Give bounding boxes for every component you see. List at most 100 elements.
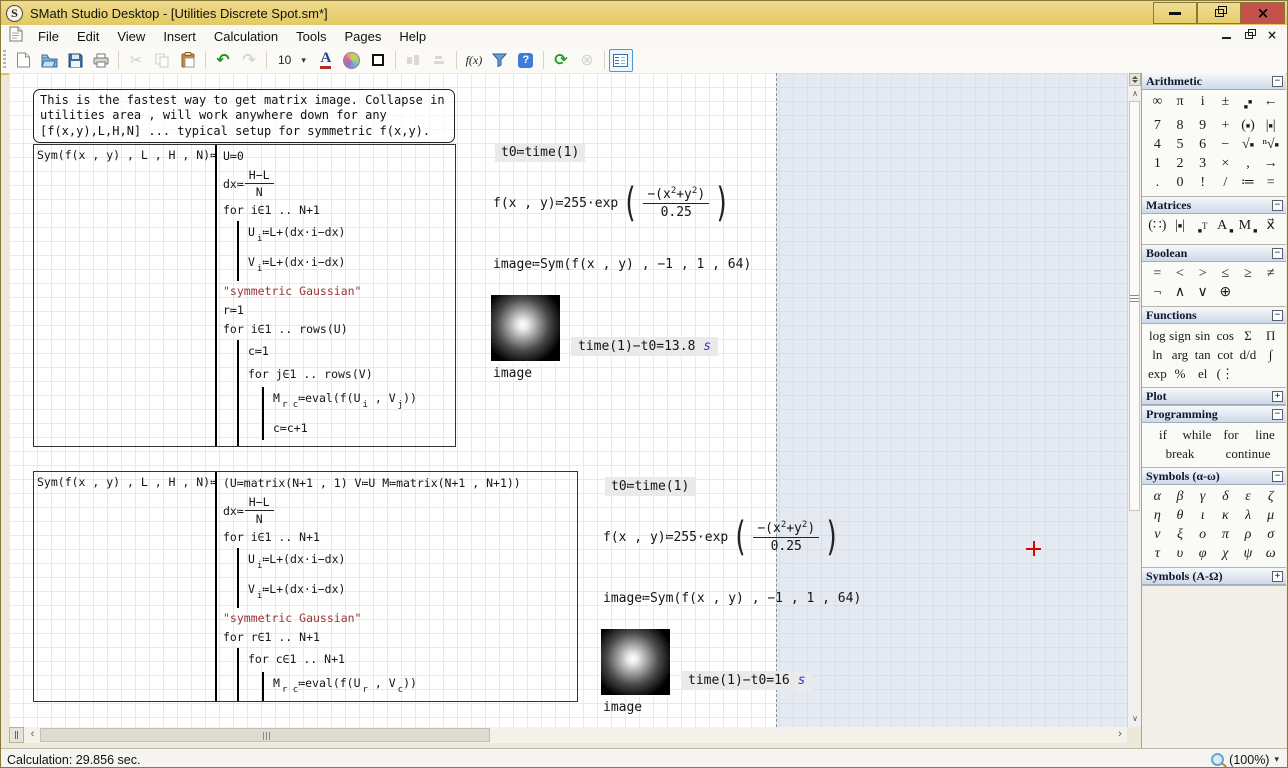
- math-line[interactable]: (U≔matrix(N+1 , 1) V≔U M≔matrix(N+1 , N+…: [223, 474, 577, 493]
- border-button[interactable]: [366, 49, 390, 72]
- palette-button[interactable]: continue: [1214, 445, 1282, 463]
- panel-header[interactable]: Boolean−: [1142, 245, 1286, 262]
- palette-button[interactable]: ■■: [1237, 93, 1260, 116]
- mdi-close-button[interactable]: ×: [1267, 28, 1277, 42]
- palette-button[interactable]: ∫: [1259, 346, 1282, 364]
- vertical-scrollbar-thumb[interactable]: [1129, 101, 1140, 511]
- menu-item-help[interactable]: Help: [390, 27, 435, 46]
- palette-button[interactable]: ι: [1191, 507, 1214, 525]
- palette-button[interactable]: υ: [1169, 545, 1192, 563]
- sym-definition-block-2[interactable]: Sym(f(x , y) , L , H , N)≔ (U≔matrix(N+1…: [33, 471, 578, 702]
- background-color-button[interactable]: [340, 49, 364, 72]
- palette-button[interactable]: >: [1191, 265, 1214, 283]
- math-line[interactable]: for r∈1 .. N+1: [223, 628, 577, 647]
- expand-icon[interactable]: +: [1272, 391, 1283, 402]
- palette-button[interactable]: +: [1214, 117, 1237, 135]
- palette-button[interactable]: cos: [1214, 327, 1237, 345]
- menu-item-view[interactable]: View: [108, 27, 154, 46]
- palette-button[interactable]: ,: [1237, 155, 1260, 173]
- f-definition[interactable]: f(x , y)≔255·exp(−(x2+y2)0.25): [493, 183, 734, 223]
- palette-button[interactable]: ⁿ√■: [1259, 136, 1282, 154]
- palette-button[interactable]: ζ: [1259, 488, 1282, 506]
- image-assignment[interactable]: image≔Sym(f(x , y) , −1 , 1 , 64): [603, 591, 861, 606]
- panel-header[interactable]: Plot+: [1142, 388, 1286, 405]
- palette-button[interactable]: √■: [1237, 136, 1260, 154]
- horizontal-scrollbar[interactable]: ‹ ›: [9, 727, 1127, 743]
- palette-button[interactable]: (⋮: [1214, 365, 1237, 383]
- sym-definition-block-1[interactable]: Sym(f(x , y) , L , H , N)≔ U≔0dx≔H−LNfor…: [33, 144, 456, 447]
- palette-button[interactable]: 8: [1169, 117, 1192, 135]
- collapse-icon[interactable]: −: [1272, 310, 1283, 321]
- palette-button[interactable]: ε: [1237, 488, 1260, 506]
- panel-header[interactable]: Programming−: [1142, 406, 1286, 423]
- collapse-icon[interactable]: −: [1272, 76, 1283, 87]
- gaussian-image-thumbnail[interactable]: [601, 629, 670, 697]
- math-line[interactable]: for i∈1 .. N+1: [223, 201, 455, 220]
- font-color-button[interactable]: A: [314, 49, 338, 72]
- palette-button[interactable]: while: [1180, 426, 1214, 444]
- save-button[interactable]: [63, 49, 87, 72]
- palette-button[interactable]: ¬: [1146, 284, 1169, 302]
- palette-button[interactable]: 3: [1191, 155, 1214, 173]
- palette-button[interactable]: ν: [1146, 526, 1169, 544]
- palette-button[interactable]: (∷): [1146, 217, 1169, 240]
- menu-item-edit[interactable]: Edit: [68, 27, 108, 46]
- align-vertical-button[interactable]: [427, 49, 451, 72]
- interrupt-button[interactable]: ⊗: [575, 49, 599, 72]
- cut-button[interactable]: ✂: [124, 49, 148, 72]
- restore-button[interactable]: [1197, 2, 1241, 24]
- palette-button[interactable]: τ: [1146, 545, 1169, 563]
- palette-button[interactable]: κ: [1214, 507, 1237, 525]
- new-button[interactable]: [11, 49, 35, 72]
- scroll-right-button[interactable]: ›: [1113, 727, 1127, 743]
- palette-button[interactable]: π: [1169, 93, 1192, 116]
- mdi-minimize-button[interactable]: [1222, 28, 1231, 42]
- palette-button[interactable]: ←: [1259, 93, 1282, 116]
- palette-button[interactable]: =: [1146, 265, 1169, 283]
- titlebar[interactable]: S SMath Studio Desktop - [Utilities Disc…: [1, 1, 1287, 25]
- paste-button[interactable]: [176, 49, 200, 72]
- palette-button[interactable]: el: [1191, 365, 1214, 383]
- t0-assignment[interactable]: t0≔time(1): [495, 143, 585, 162]
- palette-button[interactable]: ≤: [1214, 265, 1237, 283]
- palette-button[interactable]: sign: [1169, 327, 1192, 345]
- vertical-splitter-handle[interactable]: [1129, 73, 1141, 86]
- palette-button[interactable]: <: [1169, 265, 1192, 283]
- time-result[interactable]: time(1)−t0=13.8 s: [571, 337, 718, 356]
- math-line[interactable]: dx≔H−LN: [223, 168, 455, 199]
- palette-button[interactable]: 2: [1169, 155, 1192, 173]
- insert-unit-button[interactable]: [488, 49, 512, 72]
- palette-button[interactable]: line: [1248, 426, 1282, 444]
- palette-button[interactable]: ρ: [1237, 526, 1260, 544]
- menu-item-calculation[interactable]: Calculation: [205, 27, 287, 46]
- palette-button[interactable]: x⃗: [1259, 217, 1282, 240]
- palette-button[interactable]: α: [1146, 488, 1169, 506]
- palette-button[interactable]: μ: [1259, 507, 1282, 525]
- math-line[interactable]: Ui≔L+(dx·i−dx): [248, 548, 577, 578]
- palette-button[interactable]: .: [1146, 174, 1169, 192]
- palette-button[interactable]: |■|: [1259, 117, 1282, 135]
- palette-button[interactable]: 0: [1169, 174, 1192, 192]
- palette-button[interactable]: log: [1146, 327, 1169, 345]
- palette-button[interactable]: =: [1259, 174, 1282, 192]
- palette-button[interactable]: λ: [1237, 507, 1260, 525]
- vertical-scrollbar-grip[interactable]: [1130, 295, 1139, 302]
- close-button[interactable]: ×: [1241, 2, 1285, 24]
- palette-button[interactable]: ≠: [1259, 265, 1282, 283]
- menu-item-file[interactable]: File: [29, 27, 68, 46]
- math-line[interactable]: c≔1: [248, 340, 455, 363]
- menu-item-insert[interactable]: Insert: [154, 27, 205, 46]
- comment-string[interactable]: "symmetric Gaussian": [223, 282, 455, 301]
- palette-button[interactable]: Π: [1259, 327, 1282, 345]
- palette-button[interactable]: ο: [1191, 526, 1214, 544]
- palette-button[interactable]: ×: [1214, 155, 1237, 173]
- menu-item-tools[interactable]: Tools: [287, 27, 335, 46]
- palette-button[interactable]: 6: [1191, 136, 1214, 154]
- math-line[interactable]: for c∈1 .. N+1: [248, 648, 577, 671]
- palette-button[interactable]: cot: [1214, 346, 1237, 364]
- palette-button[interactable]: 1: [1146, 155, 1169, 173]
- panel-header[interactable]: Arithmetic−: [1142, 73, 1286, 90]
- scroll-left-button[interactable]: ‹: [26, 727, 39, 743]
- palette-button[interactable]: →: [1259, 155, 1282, 173]
- math-line[interactable]: Ui≔L+(dx·i−dx): [248, 221, 455, 251]
